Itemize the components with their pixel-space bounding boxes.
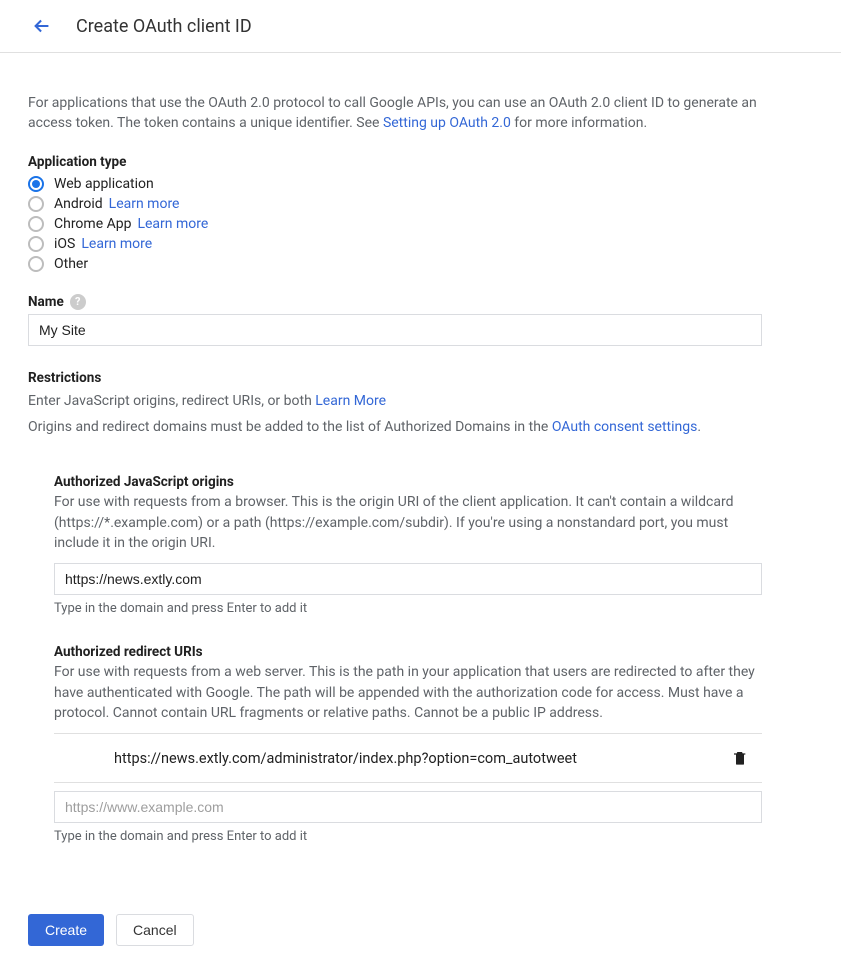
- app-type-option-ios[interactable]: iOS Learn more: [28, 234, 762, 254]
- restrictions-label: Restrictions: [28, 370, 762, 386]
- learn-more-link[interactable]: Learn more: [109, 196, 180, 212]
- radio-label: Chrome App: [54, 216, 131, 232]
- restrictions-desc: Enter JavaScript origins, redirect URIs,…: [28, 390, 762, 412]
- name-input[interactable]: [28, 314, 762, 346]
- redirect-uris-hint: Type in the domain and press Enter to ad…: [54, 829, 762, 844]
- application-type-group: Application type Web application Android…: [28, 154, 762, 274]
- cancel-button[interactable]: Cancel: [116, 914, 194, 946]
- learn-more-link[interactable]: Learn more: [137, 216, 208, 232]
- arrow-left-icon: [31, 15, 53, 37]
- radio-icon[interactable]: [28, 236, 44, 252]
- name-label-text: Name: [28, 294, 64, 310]
- app-type-option-chrome-app[interactable]: Chrome App Learn more: [28, 214, 762, 234]
- radio-label: Android: [54, 196, 103, 212]
- js-origins-input[interactable]: [54, 563, 762, 595]
- application-type-label: Application type: [28, 154, 762, 170]
- delete-uri-button[interactable]: [726, 744, 754, 772]
- intro-link[interactable]: Setting up OAuth 2.0: [383, 115, 511, 131]
- restrictions-learn-more[interactable]: Learn More: [315, 393, 386, 409]
- back-button[interactable]: [28, 12, 56, 40]
- radio-icon[interactable]: [28, 256, 44, 272]
- app-type-option-android[interactable]: Android Learn more: [28, 194, 762, 214]
- js-origins-block: Authorized JavaScript origins For use wi…: [28, 446, 762, 616]
- intro-after: for more information.: [511, 115, 647, 131]
- radio-label: Other: [54, 256, 88, 272]
- actions: Create Cancel: [28, 914, 762, 946]
- js-origins-desc: For use with requests from a browser. Th…: [54, 492, 762, 553]
- app-type-option-other[interactable]: Other: [28, 254, 762, 274]
- app-type-option-web[interactable]: Web application: [28, 174, 762, 194]
- redirect-uris-desc: For use with requests from a web server.…: [54, 662, 762, 723]
- restrictions-domains: Origins and redirect domains must be add…: [28, 416, 762, 438]
- redirect-uri-input[interactable]: [54, 791, 762, 823]
- radio-label: Web application: [54, 176, 154, 192]
- restrictions-domains-before: Origins and redirect domains must be add…: [28, 419, 552, 435]
- js-origins-title: Authorized JavaScript origins: [54, 474, 762, 490]
- restrictions-block: Restrictions Enter JavaScript origins, r…: [28, 370, 762, 439]
- learn-more-link[interactable]: Learn more: [81, 236, 152, 252]
- content: For applications that use the OAuth 2.0 …: [0, 53, 790, 974]
- redirect-uri-text: https://news.extly.com/administrator/ind…: [114, 750, 726, 767]
- help-icon[interactable]: ?: [70, 294, 86, 310]
- js-origins-hint: Type in the domain and press Enter to ad…: [54, 601, 762, 616]
- trash-icon: [732, 749, 748, 767]
- radio-icon[interactable]: [28, 196, 44, 212]
- create-button[interactable]: Create: [28, 914, 104, 946]
- redirect-uri-row: https://news.extly.com/administrator/ind…: [54, 733, 762, 783]
- redirect-uris-title: Authorized redirect URIs: [54, 644, 762, 660]
- intro-text: For applications that use the OAuth 2.0 …: [28, 93, 762, 134]
- redirect-uris-block: Authorized redirect URIs For use with re…: [28, 616, 762, 844]
- page-title: Create OAuth client ID: [76, 16, 252, 37]
- oauth-consent-link[interactable]: OAuth consent settings: [552, 419, 698, 435]
- name-block: Name ?: [28, 294, 762, 346]
- restrictions-domains-after: .: [697, 419, 701, 435]
- radio-icon[interactable]: [28, 176, 44, 192]
- name-label: Name ?: [28, 294, 762, 310]
- restrictions-desc-before: Enter JavaScript origins, redirect URIs,…: [28, 393, 315, 409]
- page-header: Create OAuth client ID: [0, 0, 841, 53]
- radio-icon[interactable]: [28, 216, 44, 232]
- radio-label: iOS: [54, 236, 75, 252]
